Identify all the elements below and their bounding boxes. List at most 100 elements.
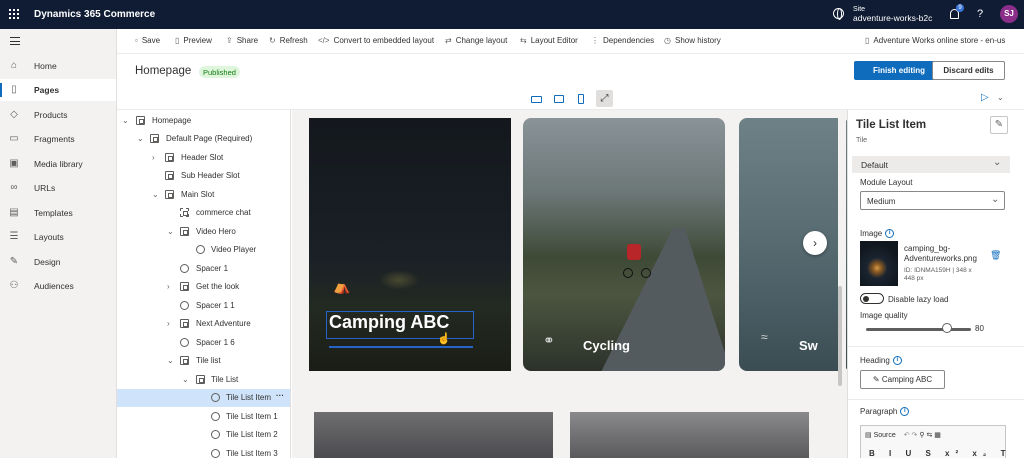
info-icon[interactable]: i [900,407,910,417]
edit-pencil-icon[interactable]: ✎ [990,116,1008,134]
tree-node[interactable]: Video Player [117,241,290,259]
hamburger-icon[interactable] [10,37,20,45]
undo-redo-icons[interactable]: ↶ ↷ [904,432,920,439]
change-layout-button[interactable]: ⇄ Change layout [445,36,507,45]
circle-icon [211,449,220,458]
nav-item-fragments[interactable]: ▭ Fragments [0,128,116,150]
tree-node[interactable]: Tile List Item 3 [117,445,290,458]
source-button[interactable]: Source [874,432,896,439]
chevron-down-icon[interactable]: ⌄ [167,227,174,236]
app-launcher-icon[interactable] [9,9,19,19]
nav-item-audiences[interactable]: ⚇ Audiences [0,275,116,297]
lazy-load-toggle[interactable] [860,293,884,304]
panel-title: Tile List Item [856,119,927,131]
chevron-right-icon[interactable]: › [167,319,170,328]
share-label: Share [236,36,259,45]
tree-node[interactable]: Spacer 1 6 [117,334,290,352]
store-selector[interactable]: ▯ Adventure Works online store - en-us [865,36,1005,45]
chevron-down-icon[interactable]: ⌄ [122,116,129,125]
tree-node[interactable]: Tile List Item 1 [117,408,290,426]
tree-node[interactable]: Sub Header Slot [117,167,290,185]
tile-heading[interactable]: Cycling [583,338,630,353]
nav-item-layouts[interactable]: ☰ Layouts [0,226,116,248]
nav-item-media-library[interactable]: ▣ Media library [0,153,116,175]
tree-node[interactable]: ⌄ Tile List [117,371,290,389]
bike-wheel [623,268,633,278]
discard-edits-button[interactable]: Discard edits [932,61,1005,80]
canvas-scrollbar[interactable] [838,110,846,458]
tile-heading[interactable]: Sw [799,338,818,353]
tree-node[interactable]: ⌄ Default Page (Required) [117,130,290,148]
expand-icon[interactable]: ⤢ [596,90,613,107]
heading-edit-button[interactable]: ✎ Camping ABC [860,370,945,389]
tree-label: Homepage [152,116,192,125]
tile-swimming[interactable]: ≈ Sw [739,118,847,371]
chevron-down-icon[interactable]: ⌄ [167,356,174,365]
tile-heading[interactable]: Camping ABC [329,312,449,333]
chevron-right-icon[interactable]: › [152,153,155,162]
dependencies-button[interactable]: ⋮ Dependencies [591,36,654,45]
tree-node[interactable]: Spacer 1 1 [117,297,290,315]
nav-item-pages[interactable]: ▯ Pages [0,79,116,101]
convert-button[interactable]: </> Convert to embedded layout [318,36,434,45]
tree-node[interactable]: ⌄ Tile list [117,352,290,370]
avatar[interactable]: SJ [1000,5,1018,23]
chevron-down-icon[interactable]: ⌄ [152,190,159,199]
image-quality-slider[interactable] [866,328,971,331]
tree-node[interactable]: commerce chat [117,204,290,222]
tree-node[interactable]: ⌄ Homepage [117,112,290,130]
trash-icon[interactable]: 🗑 [990,250,1001,261]
save-button[interactable]: ▫ Save [135,36,160,45]
image-label-text: Image [860,229,883,238]
rich-text-editor[interactable]: ▤ Source ↶ ↷ ⚲ ⇆ ▦ B I U S x² x₂ T [860,425,1006,458]
carousel-next-button[interactable]: › [803,231,827,255]
preview-panel-icon[interactable]: ▷ [981,92,989,103]
nav-item-home[interactable]: ⌂ Home [0,55,116,77]
nav-item-design[interactable]: ✎ Design [0,251,116,273]
tree-node[interactable]: ⌄ Video Hero [117,223,290,241]
section-header-default[interactable]: Default ⌄ [852,156,1010,173]
share-button[interactable]: ⇪ Share [226,36,258,45]
more-options-icon[interactable]: ··· [276,391,284,400]
help-icon[interactable]: ? [977,8,983,20]
tree-node[interactable]: ⌄ Main Slot [117,186,290,204]
slot-icon [165,153,174,162]
desktop-view-icon[interactable] [531,96,542,103]
show-history-button[interactable]: ◷ Show history [664,36,721,45]
chevron-down-icon[interactable]: ⌄ [997,93,1004,102]
find-icon[interactable]: ⚲ ⇆ ▦ [919,432,941,439]
rte-format-row[interactable]: B I U S x² x₂ T [869,449,1011,458]
tile-cycling[interactable]: ⚭ Cycling [523,118,725,371]
tree-node[interactable]: Spacer 1 [117,260,290,278]
image-thumbnail[interactable] [860,241,898,286]
info-icon[interactable]: i [892,356,902,366]
module-layout-label: Module Layout [860,178,913,187]
tile-camping[interactable]: ⛺ Camping ABC ☝ [309,118,511,371]
tree-node[interactable]: Tile List Item 2 [117,426,290,444]
slider-handle[interactable] [942,323,952,333]
app-title[interactable]: Dynamics 365 Commerce [34,9,155,20]
finish-editing-button[interactable]: Finish editing [854,61,944,80]
nav-item-urls[interactable]: ∞ URLs [0,177,116,199]
mobile-view-icon[interactable] [578,94,584,104]
chevron-down-icon[interactable]: ⌄ [182,375,189,384]
tree-node[interactable]: › Get the look [117,278,290,296]
tree-node-selected[interactable]: Tile List Item ··· [117,389,290,407]
refresh-button[interactable]: ↻ Refresh [269,36,308,45]
globe-icon[interactable] [833,8,844,20]
module-layout-dropdown[interactable]: Medium ⌄ [860,191,1005,210]
nav-item-templates[interactable]: ▤ Templates [0,202,116,224]
chevron-down-icon[interactable]: ⌄ [137,134,144,143]
image-filename: camping_bg-Adventureworks.png [904,244,977,263]
source-icon[interactable]: ▤ [865,432,874,439]
tablet-view-icon[interactable] [554,95,564,103]
tree-node[interactable]: › Next Adventure [117,315,290,333]
layout-editor-button[interactable]: ⇆ Layout Editor [520,36,578,45]
info-icon[interactable]: i [885,229,895,239]
chevron-right-icon[interactable]: › [167,282,170,291]
tree-node[interactable]: › Header Slot [117,149,290,167]
preview-button[interactable]: ▯ Preview [175,36,212,45]
cyclist-image [627,244,641,260]
site-selector[interactable]: Site adventure-works-b2c [853,6,932,22]
nav-item-products[interactable]: ◇ Products [0,104,116,126]
